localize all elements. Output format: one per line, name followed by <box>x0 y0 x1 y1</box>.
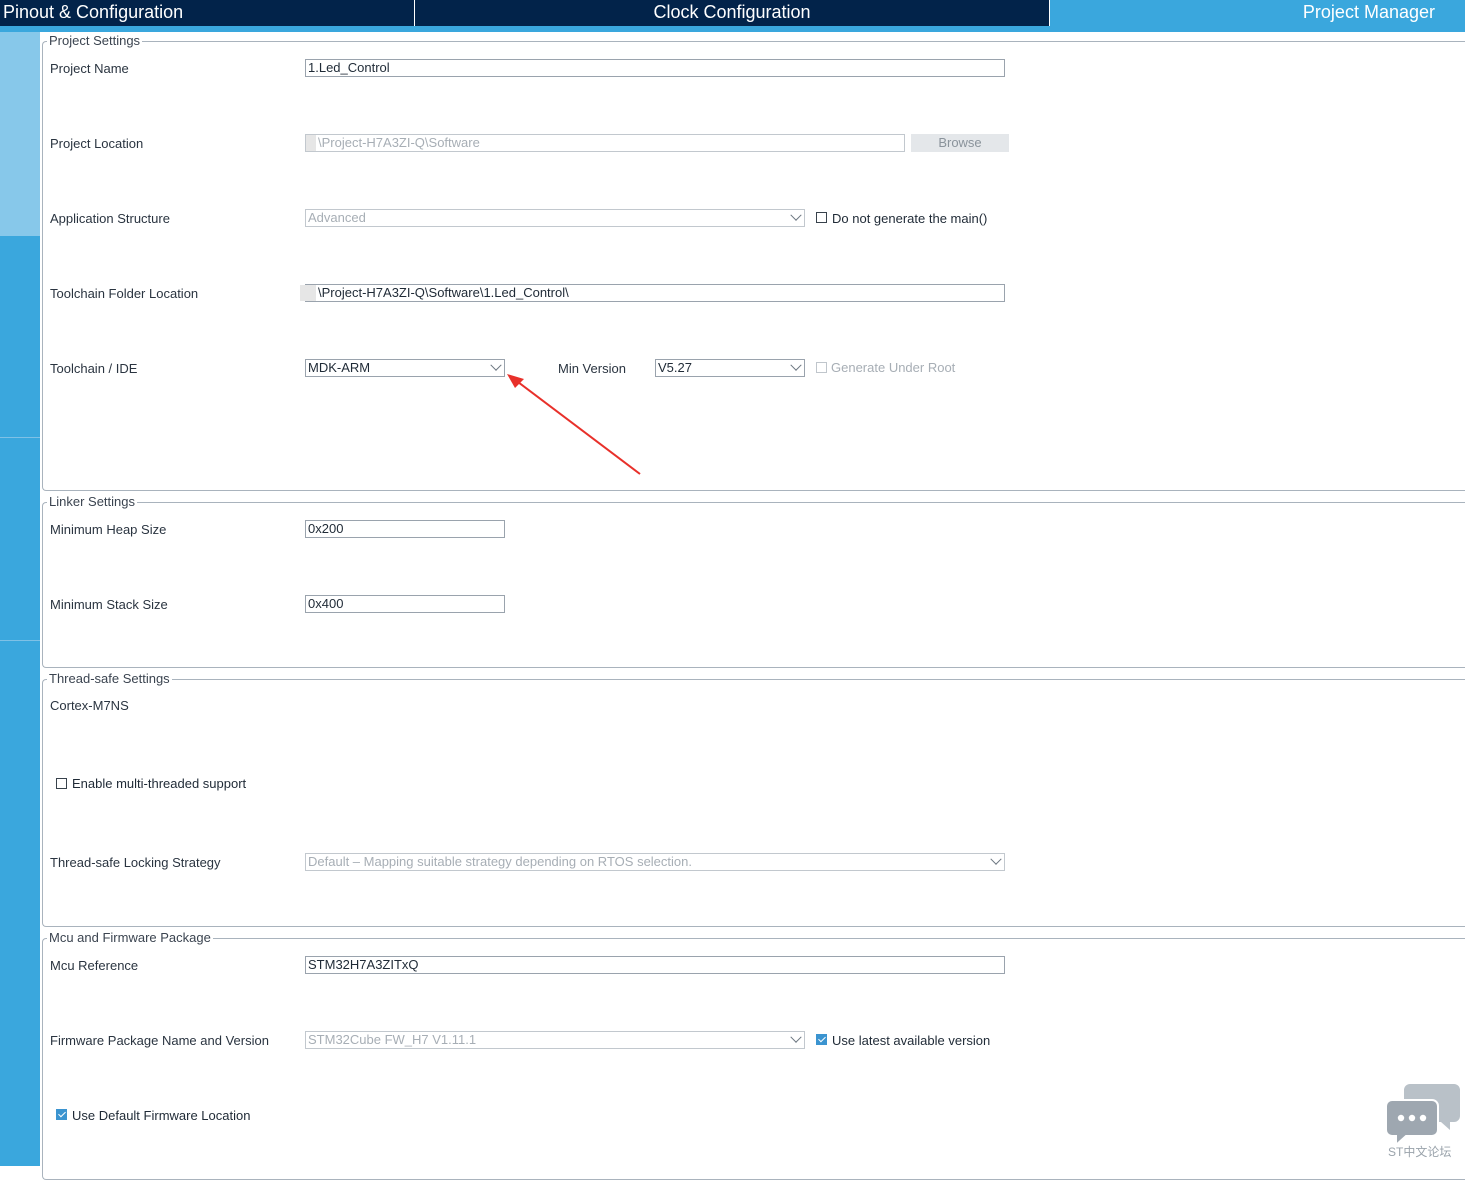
generate-under-root-checkbox[interactable] <box>816 362 827 373</box>
min-stack-label: Minimum Stack Size <box>50 597 168 612</box>
sidebar-divider <box>0 640 40 641</box>
application-structure-value: Advanced <box>308 210 366 225</box>
min-heap-input[interactable]: 0x200 <box>305 520 505 538</box>
use-default-firmware-location-label: Use Default Firmware Location <box>72 1108 251 1123</box>
left-sidebar <box>0 32 40 1166</box>
tab-divider <box>1049 0 1050 26</box>
redacted-path-blur <box>306 135 316 151</box>
tab-clock-configuration[interactable]: Clock Configuration <box>415 0 1049 26</box>
group-title: Thread-safe Settings <box>47 671 172 686</box>
project-location-input[interactable]: \Project-H7A3ZI-Q\Software <box>305 134 905 152</box>
use-default-firmware-location-checkbox[interactable] <box>56 1109 67 1120</box>
sidebar-item-code-generator[interactable] <box>0 236 40 437</box>
mcu-reference-input[interactable]: STM32H7A3ZITxQ <box>305 956 1005 974</box>
project-location-label: Project Location <box>50 136 144 151</box>
sidebar-item-advanced-settings[interactable] <box>0 438 40 640</box>
watermark-text: ST中文论坛 <box>1388 1145 1452 1159</box>
firmware-package-select[interactable]: STM32Cube FW_H7 V1.11.1 <box>305 1031 805 1049</box>
mcu-reference-label: Mcu Reference <box>50 958 139 973</box>
tab-divider <box>414 0 415 26</box>
project-name-label: Project Name <box>50 61 129 76</box>
toolchain-ide-label: Toolchain / IDE <box>50 361 138 376</box>
min-stack-input[interactable]: 0x400 <box>305 595 505 613</box>
toolchain-folder-input[interactable]: \Project-H7A3ZI-Q\Software\1.Led_Control… <box>305 284 1005 302</box>
toolchain-folder-label: Toolchain Folder Location <box>50 286 199 301</box>
mcu-firmware-group: Mcu and Firmware Package <box>42 930 1465 1180</box>
min-version-value: V5.27 <box>658 360 692 375</box>
generate-under-root-label: Generate Under Root <box>831 360 956 375</box>
do-not-generate-main-checkbox[interactable] <box>816 212 827 223</box>
tab-project-manager[interactable]: Project Manager <box>1050 0 1465 26</box>
linker-settings-group: Linker Settings <box>42 494 1465 668</box>
chevron-down-icon <box>790 360 802 371</box>
sidebar-item-project[interactable] <box>0 32 40 236</box>
multithread-support-label: Enable multi-threaded support <box>72 776 247 791</box>
application-structure-select[interactable]: Advanced <box>305 209 805 227</box>
firmware-package-label: Firmware Package Name and Version <box>50 1033 269 1048</box>
min-version-select[interactable]: V5.27 <box>655 359 805 377</box>
multithread-support-checkbox[interactable] <box>56 778 67 789</box>
use-latest-version-label: Use latest available version <box>832 1033 991 1048</box>
firmware-package-value: STM32Cube FW_H7 V1.11.1 <box>308 1032 477 1047</box>
core-name-label: Cortex-M7NS <box>50 698 129 713</box>
group-title: Mcu and Firmware Package <box>47 930 213 945</box>
toolchain-ide-value: MDK-ARM <box>308 360 371 375</box>
project-settings-group: Project Settings <box>42 33 1465 491</box>
min-heap-label: Minimum Heap Size <box>50 522 167 537</box>
top-tab-bar: Pinout & Configuration Clock Configurati… <box>0 0 1465 32</box>
tab-pinout-configuration[interactable]: Pinout & Configuration <box>0 0 414 26</box>
project-name-input[interactable]: 1.Led_Control <box>305 59 1005 77</box>
group-title: Linker Settings <box>47 494 137 509</box>
thread-safe-settings-group: Thread-safe Settings <box>42 671 1465 927</box>
do-not-generate-main-label: Do not generate the main() <box>832 211 988 226</box>
red-arrow-annotation-icon <box>507 374 641 475</box>
chevron-down-icon <box>790 1032 802 1043</box>
chevron-down-icon <box>790 210 802 221</box>
chevron-down-icon <box>990 854 1002 865</box>
redacted-path-blur <box>300 285 316 301</box>
use-latest-version-checkbox[interactable] <box>816 1034 827 1045</box>
locking-strategy-label: Thread-safe Locking Strategy <box>50 855 221 870</box>
locking-strategy-value: Default – Mapping suitable strategy depe… <box>308 854 692 869</box>
toolchain-ide-select[interactable]: MDK-ARM <box>305 359 505 377</box>
group-title: Project Settings <box>47 33 143 48</box>
browse-button[interactable]: Browse <box>911 134 1009 152</box>
locking-strategy-select[interactable]: Default – Mapping suitable strategy depe… <box>305 853 1005 871</box>
application-structure-label: Application Structure <box>50 211 170 226</box>
